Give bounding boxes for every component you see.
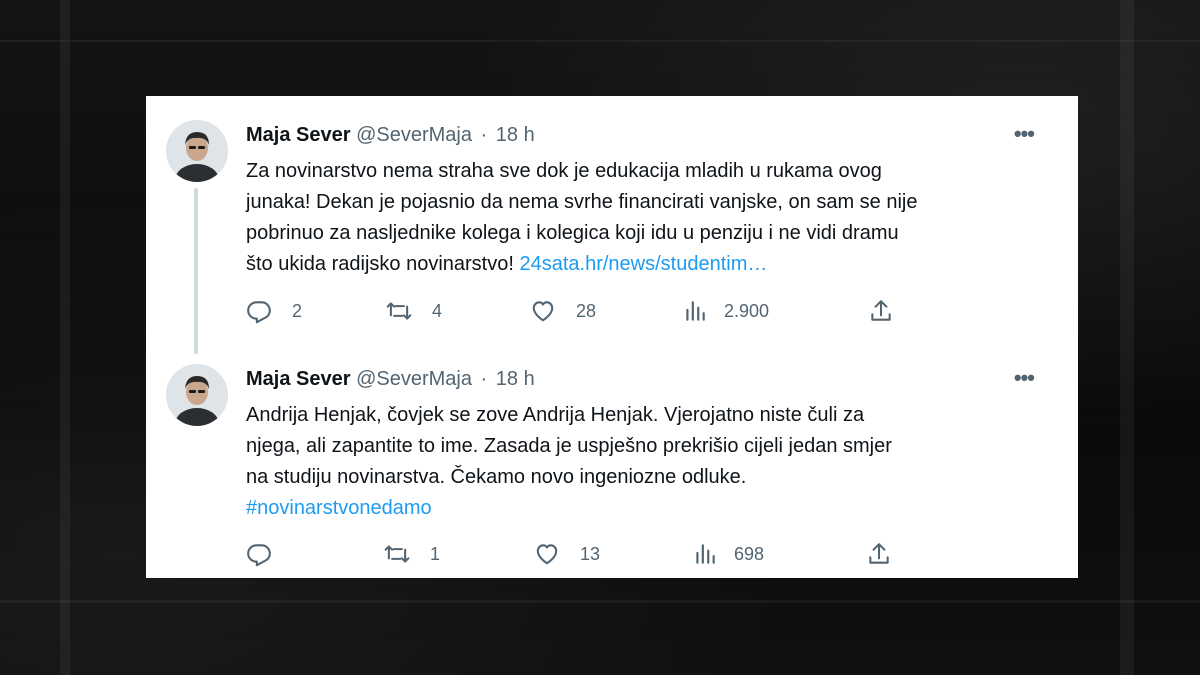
separator-dot: ·	[480, 368, 488, 390]
reply-count: 2	[292, 300, 303, 321]
tweet-text-line: što ukida radijsko novinarstvo! 24sata.h…	[246, 249, 1046, 280]
tweet-text-line: njega, ali zapantite to ime. Zasada je u…	[246, 435, 892, 457]
author-name[interactable]: Maja Sever	[246, 124, 351, 146]
reply-button[interactable]: 2	[246, 296, 302, 326]
tweet[interactable]: Maja Sever @SeverMaja · 18 h ••• Andrija…	[146, 340, 1078, 578]
tweet-thread-card: Maja Sever @SeverMaja · 18 h ••• Za novi…	[146, 96, 1078, 578]
views-count: 2.900	[724, 300, 770, 321]
tweet-text-line-part: što ukida radijsko novinarstvo!	[246, 253, 520, 275]
tweet-text-line: na studiju novinarstva. Čekamo novo inge…	[246, 466, 747, 488]
author-handle[interactable]: @SeverMaja	[356, 368, 472, 390]
tweet[interactable]: Maja Sever @SeverMaja · 18 h ••• Za novi…	[146, 96, 1078, 354]
author-name[interactable]: Maja Sever	[246, 368, 351, 390]
avatar[interactable]	[166, 364, 228, 426]
heart-icon	[534, 541, 560, 567]
like-button[interactable]: 13	[534, 539, 600, 569]
avatar[interactable]	[166, 120, 228, 182]
tweet-text-line: pobrinuo za nasljednike kolega i kolegic…	[246, 222, 899, 244]
tweet-header: Maja Sever @SeverMaja · 18 h	[246, 123, 535, 147]
share-button[interactable]	[866, 539, 892, 569]
reply-icon	[246, 541, 272, 567]
retweet-button[interactable]: 4	[386, 296, 442, 326]
hashtag-link[interactable]: #novinarstvonedamo	[246, 497, 432, 519]
separator-dot: ·	[480, 124, 488, 146]
tweet-text-line: Za novinarstvo nema straha sve dok je ed…	[246, 160, 882, 182]
tweet-text: Za novinarstvo nema straha sve dok je ed…	[246, 156, 1046, 280]
reply-icon	[246, 298, 272, 324]
like-button[interactable]: 28	[530, 296, 596, 326]
reply-button[interactable]	[246, 539, 272, 569]
views-button[interactable]: 2.900	[682, 296, 769, 326]
tweet-text: Andrija Henjak, čovjek se zove Andrija H…	[246, 400, 1046, 524]
like-count: 28	[576, 300, 597, 321]
views-icon	[682, 298, 708, 324]
retweet-button[interactable]: 1	[384, 539, 440, 569]
like-count: 13	[580, 543, 601, 564]
share-button[interactable]	[868, 296, 894, 326]
tweet-time[interactable]: 18 h	[496, 124, 535, 146]
retweet-count: 4	[432, 300, 443, 321]
heart-icon	[530, 298, 556, 324]
tweet-actions: 1 13 698	[246, 539, 906, 569]
retweet-icon	[386, 298, 412, 324]
tweet-header: Maja Sever @SeverMaja · 18 h	[246, 367, 535, 391]
retweet-count: 1	[430, 543, 441, 564]
share-icon	[868, 298, 894, 324]
tweet-text-line: #novinarstvonedamo	[246, 493, 1046, 524]
more-icon[interactable]: •••	[1014, 122, 1035, 146]
tweet-text-line: junaka! Dekan je pojasnio da nema svrhe …	[246, 191, 918, 213]
views-icon	[692, 541, 718, 567]
tweet-time[interactable]: 18 h	[496, 368, 535, 390]
retweet-icon	[384, 541, 410, 567]
article-link[interactable]: 24sata.hr/news/studentim…	[519, 253, 767, 275]
views-count: 698	[734, 543, 765, 564]
share-icon	[866, 541, 892, 567]
tweet-text-line: Andrija Henjak, čovjek se zove Andrija H…	[246, 404, 865, 426]
more-icon[interactable]: •••	[1014, 366, 1035, 390]
thread-connector-line	[194, 188, 198, 354]
views-button[interactable]: 698	[692, 539, 764, 569]
author-handle[interactable]: @SeverMaja	[356, 124, 472, 146]
tweet-actions: 2 4 28 2.900	[246, 296, 906, 326]
